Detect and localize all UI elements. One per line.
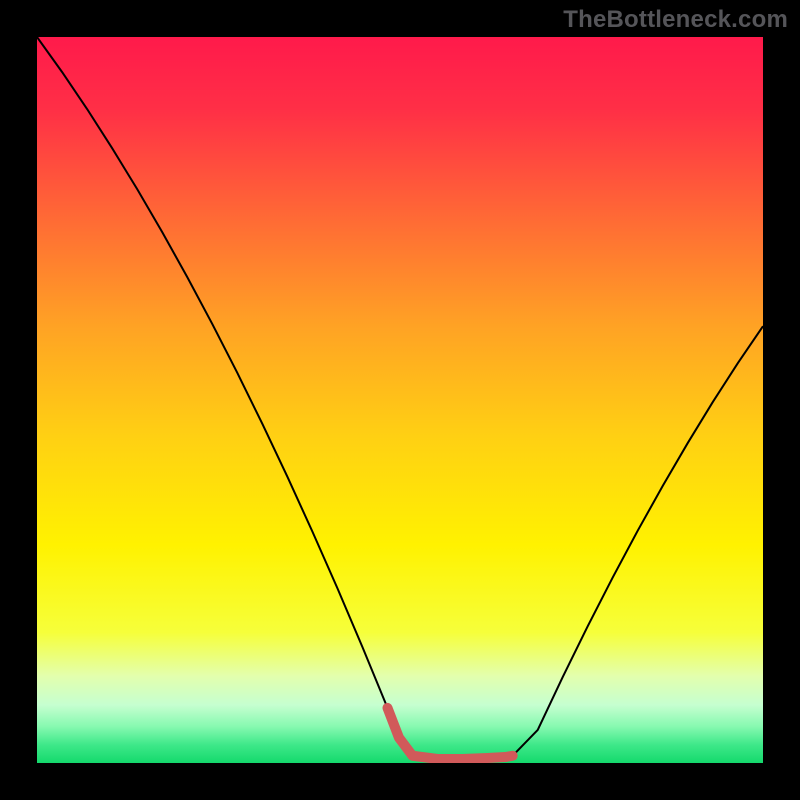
gradient-background xyxy=(37,37,763,763)
plot-svg xyxy=(0,0,800,800)
chart-stage: TheBottleneck.com xyxy=(0,0,800,800)
